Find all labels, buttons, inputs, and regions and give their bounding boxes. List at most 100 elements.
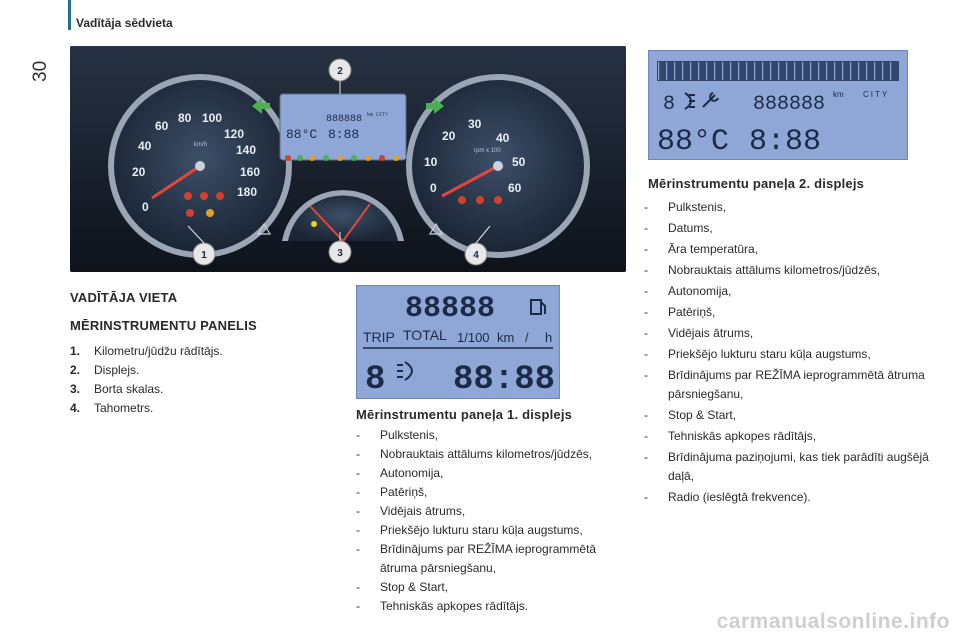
list-item: - Nobrauktais attālums kilometros/jūdzēs,: [356, 447, 593, 461]
center-lcd-unit: km: [367, 112, 373, 118]
header-accent-bar: [68, 0, 71, 30]
display-1-trip-label: TRIP: [363, 329, 395, 345]
headlamp-level-icon: [397, 361, 413, 381]
list-item: - Tehniskās apkopes rādītājs.: [356, 599, 529, 613]
list-item: - Autonomija,: [644, 284, 732, 298]
list-item: - Brīdinājums par REŽĪMA ieprogrammētā āt…: [644, 368, 925, 401]
tacho-tick: 60: [508, 181, 522, 195]
list-item: 3. Borta skalas.: [70, 382, 164, 396]
dot-matrix-gap: [730, 62, 732, 80]
instrument-cluster-illustration: 0 20 40 60 80 100 120 140 160 180 km/h 0…: [70, 46, 626, 272]
center-indicator-row: [285, 155, 399, 161]
cluster-legend-list: 1. Kilometru/jūdžu rādītājs. 2. Displejs. …: [70, 342, 223, 418]
display-2-lcd: 8 888888 km CITY 88°C 8:88: [648, 50, 908, 160]
dot-matrix-gap: [714, 62, 716, 80]
tacho-unit: rpm x 100: [474, 148, 501, 154]
svg-text:8: 8: [663, 93, 675, 116]
dot-matrix-gap: [802, 62, 804, 80]
warning-light-icon: [476, 196, 484, 204]
display-2-odometer: 888888: [753, 93, 825, 116]
dot-matrix-gap: [770, 62, 772, 80]
dot-matrix-gap: [786, 62, 788, 80]
section-title: Vadītāja sēdvieta: [76, 16, 173, 30]
display-1-lcd: 88888 TRIP TOTAL 1/100 km / h 8 88:88: [356, 285, 560, 399]
warning-light-icon: [206, 209, 214, 217]
wrench-icon: [702, 92, 719, 108]
dot-matrix-gap: [866, 62, 868, 80]
list-item: - Brīdinājuma paziņojumi, kas tiek parādī…: [644, 450, 929, 483]
dot-matrix-gap: [682, 62, 684, 80]
display-1-time: 88:88: [453, 361, 555, 398]
page-number: 30: [30, 60, 51, 82]
center-lcd-top: 888888: [326, 114, 362, 125]
dot-matrix-gap: [674, 62, 676, 80]
list-item: - Vidējais ātrums,: [644, 326, 754, 340]
cluster-svg: 0 20 40 60 80 100 120 140 160 180 km/h 0…: [70, 46, 626, 272]
tacho-tick: 0: [430, 181, 437, 195]
display-1-feature-list: - Pulkstenis, - Nobrauktais attālums kilom…: [356, 426, 636, 616]
display-2-temperature: 88°C: [657, 125, 729, 159]
dot-matrix-gap: [754, 62, 756, 80]
tacho-tick: 40: [496, 131, 510, 145]
warning-light-icon: [186, 209, 194, 217]
speedo-tick: 160: [240, 165, 260, 179]
dot-matrix-gap: [794, 62, 796, 80]
heading-display-1: Mērinstrumentu paneļa 1. displejs: [356, 407, 573, 422]
heading-display-2: Mērinstrumentu paneļa 2. displejs: [648, 176, 865, 191]
list-item: 1. Kilometru/jūdžu rādītājs.: [70, 344, 223, 358]
list-item: - Autonomija,: [356, 466, 444, 480]
watermark-text: carmanualsonline.info: [716, 610, 950, 633]
speedo-tick: 40: [138, 139, 152, 153]
dot-matrix-gap: [738, 62, 740, 80]
list-item: 2. Displejs.: [70, 363, 140, 377]
display-1-top-digits: 88888: [405, 292, 495, 326]
callout-3: 3: [337, 248, 343, 259]
list-item: - Patēriņš,: [356, 485, 428, 499]
list-item: - Tehniskās apkopes rādītājs,: [644, 429, 817, 443]
headlamp-level-icon: 8: [663, 92, 695, 116]
list-item: - Patēriņš,: [644, 305, 716, 319]
display-1-small-digit: 8: [365, 361, 385, 398]
dot-matrix-gap: [858, 62, 860, 80]
display-1-unit: km: [497, 330, 514, 345]
center-lcd-time: 8:88: [328, 127, 359, 142]
dot-matrix-gap: [666, 62, 668, 80]
tacho-tick: 30: [468, 117, 482, 131]
list-item: - Stop & Start,: [644, 408, 737, 422]
warning-light-icon: [184, 192, 192, 200]
list-item: - Pulkstenis,: [356, 428, 439, 442]
dot-matrix-gap: [818, 62, 820, 80]
list-item: - Radio (ieslēgtā frekvence).: [644, 490, 811, 504]
speedo-tick: 0: [142, 200, 149, 214]
list-item: - Pulkstenis,: [644, 200, 727, 214]
tacho-tick: 20: [442, 129, 456, 143]
speedo-tick: 80: [178, 111, 192, 125]
dot-matrix-gap: [746, 62, 748, 80]
dot-matrix-gap: [722, 62, 724, 80]
fuel-pump-icon: [530, 299, 546, 315]
display-1-unit: h: [545, 330, 552, 345]
display-1-total-label: TOTAL: [403, 327, 447, 343]
dot-matrix-gap: [690, 62, 692, 80]
display-2-svg: 8 888888 km CITY 88°C 8:88: [657, 61, 899, 159]
display-2-time: 8:88: [749, 125, 821, 159]
display-2-unit: km: [833, 90, 844, 99]
list-item: - Nobrauktais attālums kilometros/jūdzēs,: [644, 263, 881, 277]
heading-merinstrumentu-panelis: MĒRINSTRUMENTU PANELIS: [70, 318, 257, 333]
dot-matrix-gap: [778, 62, 780, 80]
warning-light-icon: [200, 192, 208, 200]
tacho-tick: 10: [424, 155, 438, 169]
warning-light-icon: [216, 192, 224, 200]
display-1-unit: 1/100: [457, 330, 490, 345]
tacho-tick: 50: [512, 155, 526, 169]
dot-matrix-gap: [698, 62, 700, 80]
list-item: - Brīdinājums par REŽĪMA ieprogrammētā āt…: [356, 542, 597, 575]
speedo-unit: km/h: [194, 142, 207, 148]
dot-matrix-gap: [706, 62, 708, 80]
callout-4: 4: [473, 250, 479, 261]
display-2-feature-list: - Pulkstenis, - Datums, - Āra temperatūra, …: [644, 198, 934, 509]
speedo-tick: 20: [132, 165, 146, 179]
list-item: - Priekšējo lukturu staru kūļa augstums,: [356, 523, 583, 537]
dot-matrix-gap: [658, 62, 660, 80]
dot-matrix-gap: [842, 62, 844, 80]
